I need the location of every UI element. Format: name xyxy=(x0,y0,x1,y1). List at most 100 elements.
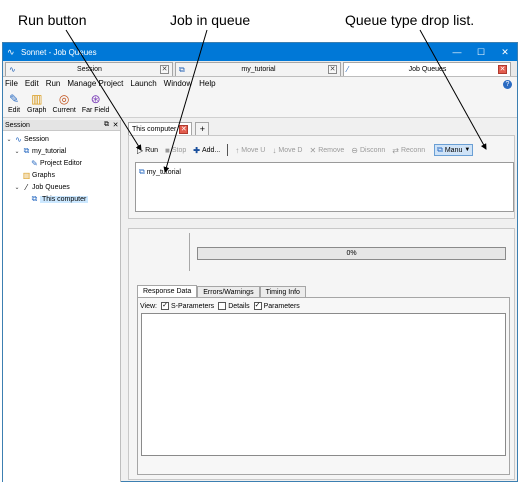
menu-run[interactable]: Run xyxy=(46,79,61,88)
annotation-job-in-queue: Job in queue xyxy=(170,12,251,28)
close-icon[interactable]: ✕ xyxy=(160,65,169,74)
tree-label: Project Editor xyxy=(40,159,83,167)
reconnect-button[interactable]: ⇄ Reconn xyxy=(392,146,425,155)
tab-job-queues[interactable]: ⁄ Job Queues ✕ xyxy=(343,62,511,76)
tree-label: This computer xyxy=(40,195,89,203)
tree-label: my_tutorial xyxy=(32,147,67,155)
main-toolbar: ✎ Edit ▥ Graph ◎ Current ⊛ Far Field xyxy=(3,90,517,118)
run-button[interactable]: ▷ Run xyxy=(137,146,158,155)
tab-label: my_tutorial xyxy=(241,66,276,73)
job-queues-icon: ⁄ xyxy=(347,65,349,74)
document-tabs: ∿ Session ✕ ⧉ my_tutorial ✕ ⁄ Job Queues… xyxy=(3,61,517,77)
tab-my-tutorial[interactable]: ⧉ my_tutorial ✕ xyxy=(175,62,341,76)
panel-title: Session xyxy=(5,121,30,129)
stop-icon: ■ xyxy=(165,145,170,155)
reconnect-icon: ⇄ xyxy=(392,145,399,155)
arrow-down-icon: ↓ xyxy=(272,145,277,155)
remove-label: Remove xyxy=(318,146,345,154)
tree-item-this-computer[interactable]: ⧉ This computer xyxy=(3,193,120,205)
disconnect-label: Disconn xyxy=(359,146,386,154)
menu-manage-project[interactable]: Manage Project xyxy=(67,79,123,88)
s-parameters-checkbox[interactable]: ✓ xyxy=(161,302,169,310)
menu-file[interactable]: File xyxy=(5,79,18,88)
tree-label: Graphs xyxy=(32,171,55,179)
toolbar-far-field-button[interactable]: ⊛ Far Field xyxy=(82,92,110,114)
progress-text: 0% xyxy=(346,250,357,257)
chevron-down-icon[interactable]: ⌄ xyxy=(5,136,13,143)
queue-job-item[interactable]: ⧉ my_tutorial xyxy=(139,167,510,177)
project-icon: ⧉ xyxy=(23,146,30,155)
project-icon: ⧉ xyxy=(179,64,185,74)
toolbar-graph-button[interactable]: ▥ Graph xyxy=(27,92,46,114)
tree-item-graphs[interactable]: ▥ Graphs xyxy=(3,169,120,181)
session-panel: Session ⧉ ✕ ⌄ ∿ Session ⌄ ⧉ my_tutorial … xyxy=(3,120,121,482)
queue-type-dropdown[interactable]: ⧉ Manu ▼ xyxy=(434,144,474,156)
float-panel-icon[interactable]: ⧉ xyxy=(102,121,111,129)
toolbar-label: Edit xyxy=(7,107,21,114)
annotation-run-button: Run button xyxy=(18,12,87,28)
menu-launch[interactable]: Launch xyxy=(130,79,156,88)
chevron-down-icon[interactable]: ⌄ xyxy=(13,184,21,191)
menu-window[interactable]: Window xyxy=(164,79,192,88)
edit-icon: ✎ xyxy=(8,92,20,106)
help-icon[interactable]: ? xyxy=(503,80,512,89)
maximize-button[interactable]: ☐ xyxy=(469,43,493,61)
arrow-up-icon: ↑ xyxy=(235,145,240,155)
chevron-down-icon: ▼ xyxy=(464,147,471,153)
close-button[interactable]: ✕ xyxy=(493,43,517,61)
job-queue-list: ⧉ my_tutorial xyxy=(135,162,514,212)
window-title: Sonnet - Job Queues xyxy=(21,47,97,57)
menu-help[interactable]: Help xyxy=(199,79,215,88)
remove-button[interactable]: ✕ Remove xyxy=(310,146,345,155)
tab-session[interactable]: ∿ Session ✕ xyxy=(5,62,173,76)
tab-errors-warnings[interactable]: Errors/Warnings xyxy=(197,286,260,297)
add-label: Add... xyxy=(201,146,221,154)
close-icon[interactable]: ✕ xyxy=(498,65,507,74)
move-up-button[interactable]: ↑ Move U xyxy=(235,146,265,155)
annotation-queue-type: Queue type drop list. xyxy=(345,12,475,28)
tab-response-data[interactable]: Response Data xyxy=(137,285,198,297)
result-tabs: Response Data Errors/Warnings Timing Inf… xyxy=(137,285,306,297)
job-queue-content: This computer ✕ + ▷ Run ■ Stop ✚ Add... xyxy=(126,120,517,482)
minimize-button[interactable]: — xyxy=(445,43,469,61)
close-icon[interactable]: ✕ xyxy=(179,124,189,134)
reconnect-label: Reconn xyxy=(400,146,426,154)
tree-item-my-tutorial[interactable]: ⌄ ⧉ my_tutorial xyxy=(3,145,120,157)
computer-queue-icon: ⧉ xyxy=(31,194,38,203)
parameters-checkbox[interactable]: ✓ xyxy=(253,302,262,310)
tree-item-session[interactable]: ⌄ ∿ Session xyxy=(3,133,120,145)
graph-icon: ▥ xyxy=(31,92,43,106)
tree-item-job-queues[interactable]: ⌄ ⁄ Job Queues xyxy=(3,181,120,193)
menu-edit[interactable]: Edit xyxy=(25,79,39,88)
toolbar-separator xyxy=(227,144,229,156)
progress-bar: 0% xyxy=(197,247,506,260)
session-icon: ∿ xyxy=(9,65,16,74)
current-icon: ◎ xyxy=(58,92,70,106)
toolbar-edit-button[interactable]: ✎ Edit xyxy=(7,92,21,114)
plus-icon: ✚ xyxy=(193,145,200,155)
tree-label: Session xyxy=(24,135,49,143)
close-icon[interactable]: ✕ xyxy=(328,65,337,74)
details-checkbox[interactable] xyxy=(218,302,227,310)
session-icon: ∿ xyxy=(15,134,22,144)
s-parameters-label: S-Parameters xyxy=(171,302,215,310)
close-panel-icon[interactable]: ✕ xyxy=(111,121,120,129)
disconnect-button[interactable]: ⊖ Disconn xyxy=(351,146,385,155)
tab-this-computer[interactable]: This computer ✕ xyxy=(128,122,193,135)
graph-icon: ▥ xyxy=(22,170,31,180)
add-job-button[interactable]: ✚ Add... xyxy=(193,146,220,155)
tree-item-project-editor[interactable]: ✎ Project Editor xyxy=(3,157,120,169)
toolbar-current-button[interactable]: ◎ Current xyxy=(52,92,75,114)
move-down-button[interactable]: ↓ Move D xyxy=(272,146,302,155)
tab-timing-info[interactable]: Timing Info xyxy=(259,286,306,297)
manual-queue-icon: ⧉ xyxy=(437,145,443,154)
chevron-down-icon[interactable]: ⌄ xyxy=(13,148,21,155)
move-down-label: Move D xyxy=(278,146,303,154)
menu-bar: File Edit Run Manage Project Launch Wind… xyxy=(3,77,517,90)
stop-button[interactable]: ■ Stop xyxy=(165,146,186,155)
queue-type-label: Manu xyxy=(444,146,463,154)
add-tab-button[interactable]: + xyxy=(195,122,210,135)
tab-label: Job Queues xyxy=(408,66,447,73)
tab-label: This computer xyxy=(132,125,177,133)
response-output-area[interactable] xyxy=(141,313,506,456)
